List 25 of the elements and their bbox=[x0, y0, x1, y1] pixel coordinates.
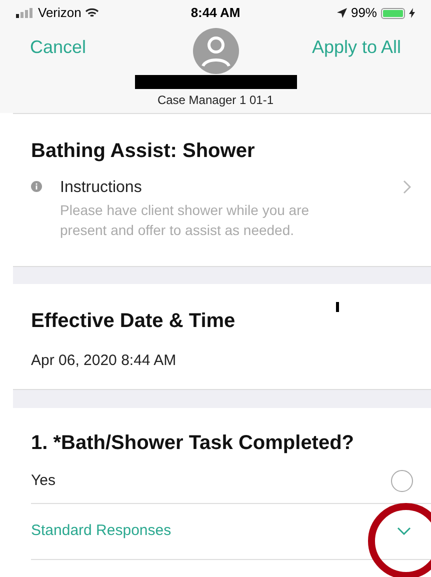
carrier-name: Verizon bbox=[38, 4, 82, 22]
effective-date-title: Effective Date & Time bbox=[31, 309, 236, 334]
battery-percent: 99% bbox=[350, 4, 377, 22]
instructions-text: Please have client shower while you are present and offer to assist as needed. bbox=[60, 201, 310, 240]
signal-icon bbox=[16, 8, 34, 18]
chevron-down-icon[interactable] bbox=[397, 527, 411, 535]
instructions-label[interactable]: Instructions bbox=[60, 176, 403, 200]
clock-time: 8:44 AM bbox=[190, 4, 240, 22]
chevron-right-icon[interactable] bbox=[403, 180, 411, 194]
location-arrow-icon bbox=[336, 8, 347, 18]
option-label: Yes bbox=[31, 470, 56, 491]
avatar-icon bbox=[192, 28, 238, 74]
wifi-icon bbox=[85, 8, 100, 18]
charging-icon bbox=[409, 8, 415, 18]
info-icon bbox=[31, 181, 42, 192]
question-title: 1. *Bath/Shower Task Completed? bbox=[31, 430, 356, 456]
effective-date-value[interactable]: Apr 06, 2020 8:44 AM bbox=[31, 350, 431, 372]
apply-to-all-button[interactable]: Apply to All bbox=[312, 34, 401, 61]
task-title: Bathing Assist: Shower bbox=[31, 139, 256, 164]
radio-button[interactable] bbox=[391, 470, 413, 492]
case-manager-label: Case Manager 1 01-1 bbox=[157, 92, 274, 109]
battery-icon bbox=[381, 8, 405, 18]
text-cursor-mark bbox=[336, 302, 339, 312]
standard-responses-toggle[interactable]: Standard Responses bbox=[31, 520, 172, 542]
cancel-button[interactable]: Cancel bbox=[30, 34, 86, 61]
